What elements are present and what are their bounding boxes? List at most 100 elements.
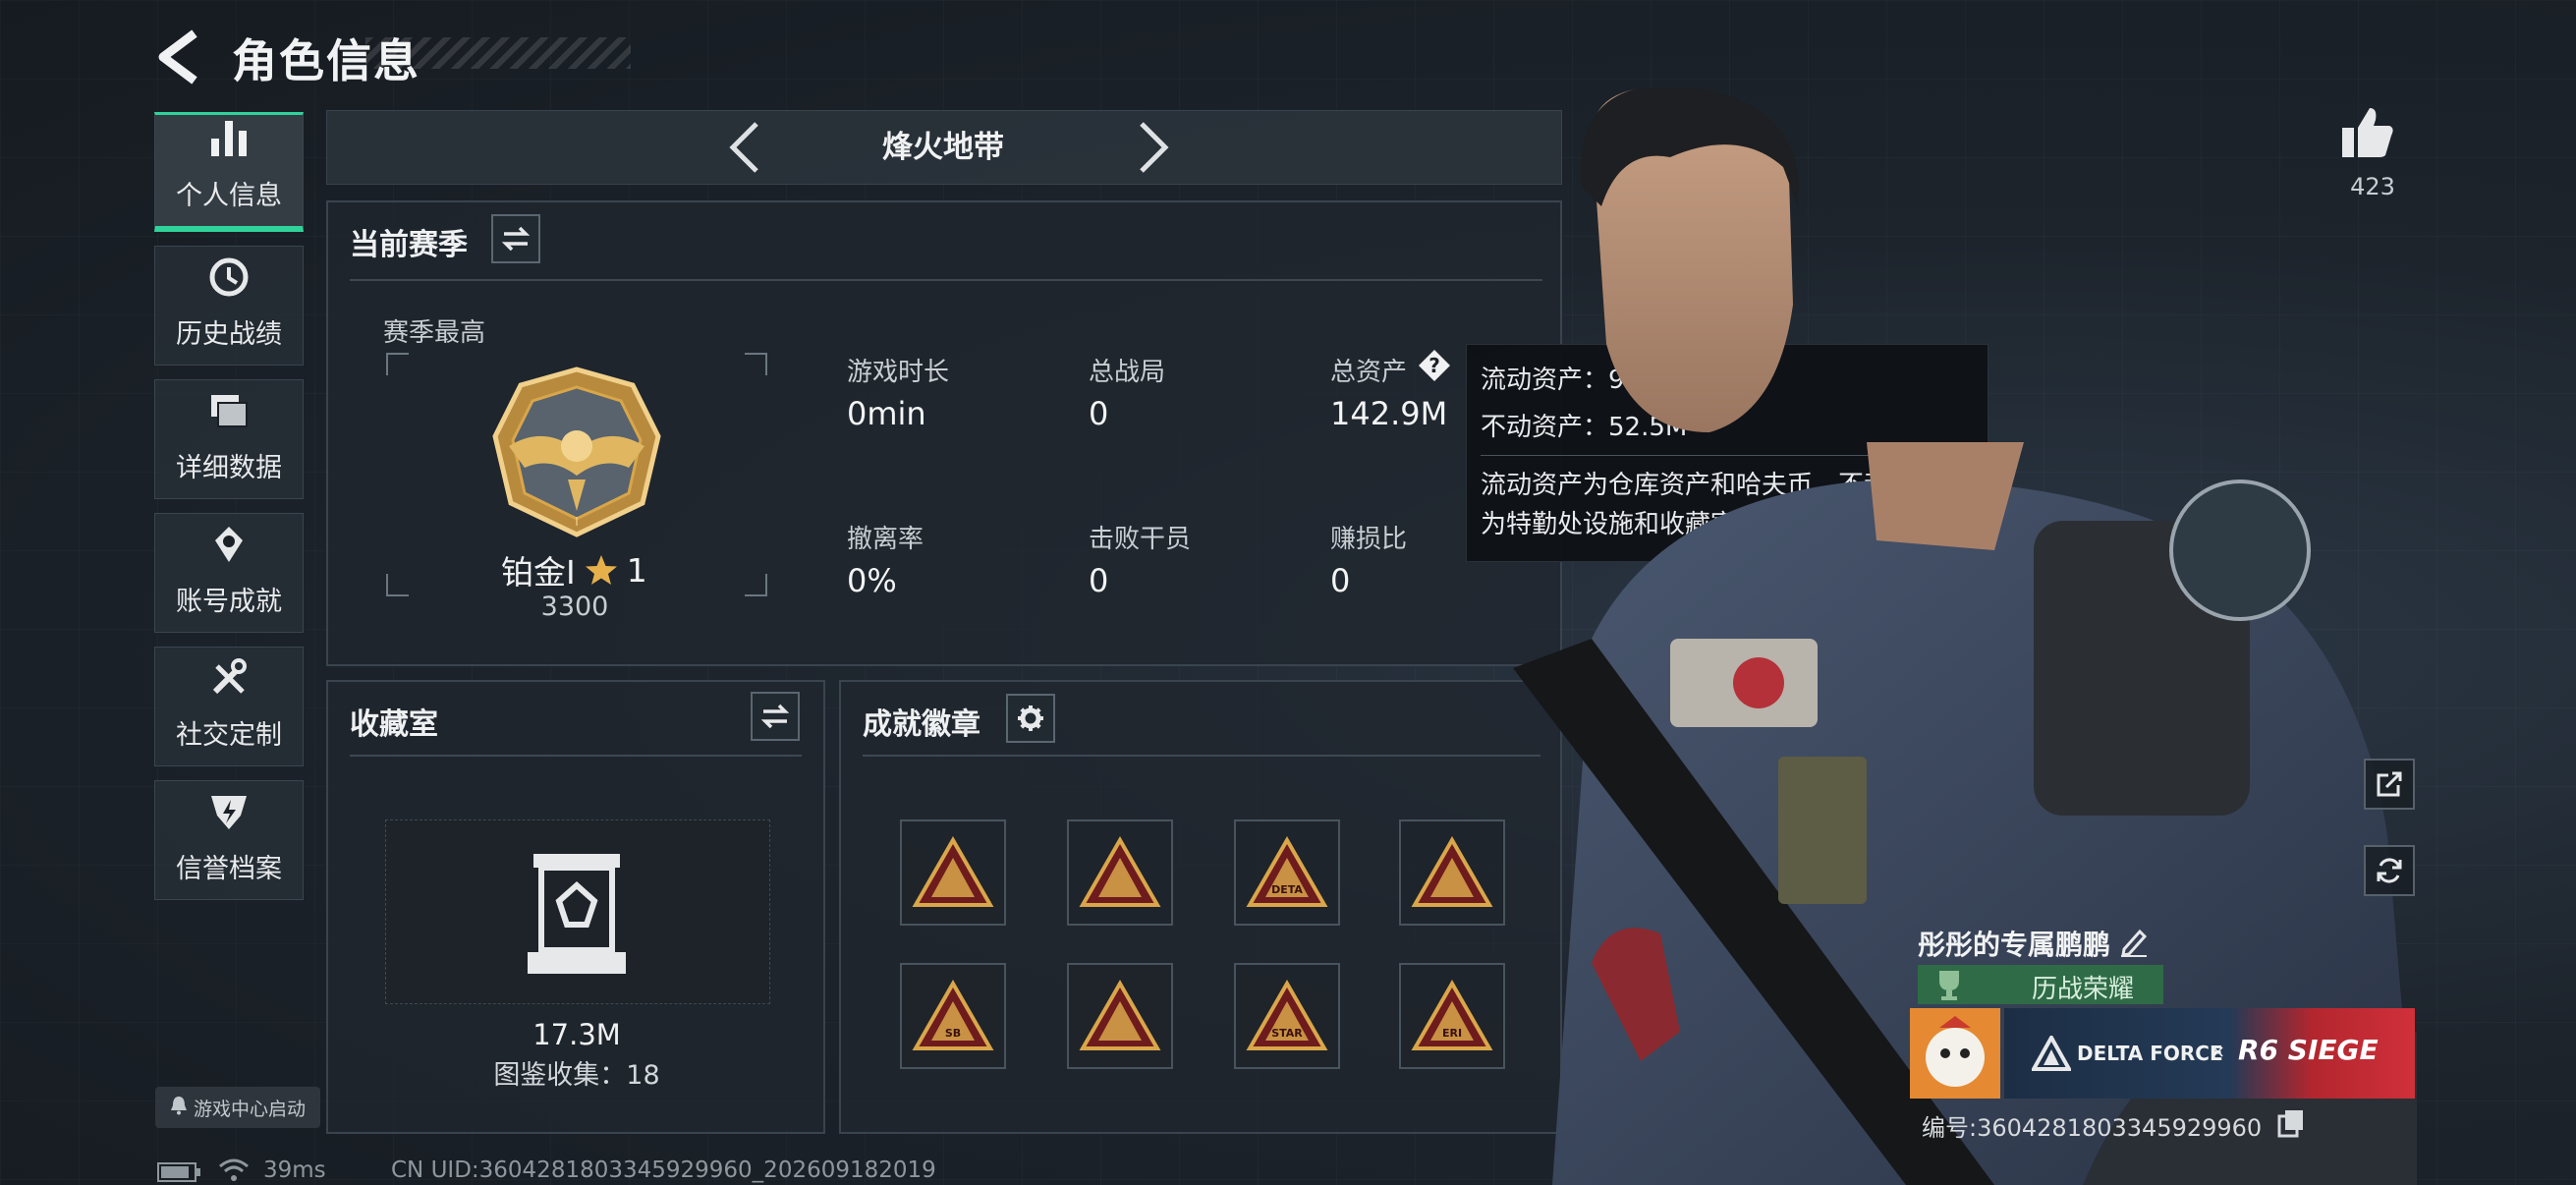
star-icon — [585, 555, 617, 585]
mode-next-button[interactable] — [1122, 116, 1181, 179]
sidebar-item-credit[interactable]: 信誉档案 — [154, 780, 304, 900]
stat-label: 撤离率 — [847, 525, 924, 554]
sidebar-item-history[interactable]: 历史战绩 — [154, 246, 304, 366]
stat-value: 0min — [847, 395, 926, 432]
mode-prev-button[interactable] — [717, 116, 776, 179]
stat-value: 0 — [1330, 562, 1351, 599]
tools-icon — [205, 654, 252, 702]
player-name: 彤彤的专属鹏鹏 — [1918, 929, 2111, 961]
badge-slot[interactable] — [900, 819, 1006, 926]
chevron-right-icon — [1140, 122, 1169, 173]
divider — [350, 755, 802, 757]
mode-title: 烽火地带 — [882, 130, 1004, 165]
sidebar-item-social[interactable]: 社交定制 — [154, 647, 304, 766]
display-case-icon — [528, 854, 626, 974]
share-icon — [2377, 771, 2402, 797]
sidebar-item-achievements[interactable]: 账号成就 — [154, 513, 304, 633]
badge-label: STAR — [1271, 1027, 1303, 1040]
rank-star-count: 1 — [626, 550, 647, 590]
bar-chart-icon — [205, 115, 252, 162]
like-button[interactable] — [2340, 106, 2395, 163]
badge-slot[interactable]: STAR — [1234, 963, 1340, 1069]
sidebar-item-label: 信誉档案 — [176, 854, 282, 884]
collection-title: 收藏室 — [350, 707, 438, 742]
trophy-icon — [1939, 971, 1959, 1000]
rank-emblem-icon: I — [492, 367, 661, 537]
sidebar-item-personal-info[interactable]: 个人信息 — [154, 112, 304, 232]
game-center-launch-hint[interactable]: 游戏中心启动 — [155, 1087, 320, 1128]
badge-label: DETA — [1271, 883, 1303, 896]
badge-slot[interactable]: DETA — [1234, 819, 1340, 926]
player-uid: 编号:3604281803345929960 — [1922, 1114, 2263, 1142]
ping-value: 39ms — [263, 1157, 326, 1183]
achievement-badge-icon — [912, 836, 994, 907]
divider — [350, 279, 1542, 281]
wifi-icon — [219, 1158, 249, 1181]
refresh-button[interactable] — [2364, 845, 2415, 896]
achievements-settings-button[interactable] — [1006, 694, 1055, 743]
copy-icon — [2277, 1110, 2303, 1138]
collection-count: 图鉴收集：18 — [493, 1060, 660, 1091]
back-arrow-icon — [158, 29, 197, 85]
achievement-medal-icon — [205, 521, 252, 568]
bell-icon — [170, 1096, 188, 1120]
badge-slot[interactable] — [1067, 963, 1173, 1069]
stat-label: 总战局 — [1089, 358, 1166, 387]
svg-text:?: ? — [1428, 354, 1440, 377]
gear-icon — [1018, 705, 1043, 731]
edit-name-button[interactable] — [2118, 926, 2150, 961]
pencil-icon — [2121, 929, 2148, 957]
share-button[interactable] — [2364, 759, 2415, 810]
achievement-badge-icon — [1079, 836, 1161, 907]
sidebar-item-label: 历史战绩 — [176, 319, 282, 350]
season-title: 当前赛季 — [350, 228, 468, 262]
sidebar-item-details[interactable]: 详细数据 — [154, 379, 304, 499]
badge-slot[interactable] — [1067, 819, 1173, 926]
thumbs-up-icon — [2342, 108, 2393, 157]
badge-slot[interactable]: SB — [900, 963, 1006, 1069]
honor-title: 历战荣耀 — [2032, 975, 2135, 1004]
divider — [863, 755, 1540, 757]
banner-right-text: R6 SIEGE — [2238, 1034, 2379, 1066]
stat-label: 总资产 — [1330, 358, 1408, 387]
achievements-title: 成就徽章 — [863, 707, 980, 742]
swap-arrows-icon — [760, 704, 790, 729]
achievement-badge-icon: SB — [912, 980, 994, 1050]
profile-banner[interactable]: DELTA FORCE × R6 SIEGE — [1910, 1008, 2415, 1099]
collection-display[interactable] — [385, 819, 770, 1004]
sidebar-item-label: 社交定制 — [176, 720, 282, 751]
stat-label: 赚损比 — [1330, 525, 1408, 554]
rank-line: 铂金Ⅰ 1 — [501, 546, 647, 593]
back-button[interactable] — [155, 28, 204, 86]
stat-value: 142.9M — [1330, 395, 1448, 432]
sidebar-item-label: 详细数据 — [176, 453, 282, 483]
rank-name: 铂金Ⅰ — [501, 553, 576, 592]
footer-uid: CN UID:3604281803345929960_202609182019 — [391, 1157, 936, 1183]
folder-stack-icon — [205, 387, 252, 434]
season-switch-button[interactable] — [491, 214, 540, 263]
banner-x: × — [2211, 1042, 2226, 1062]
season-best-label: 赛季最高 — [383, 318, 486, 348]
copy-uid-button[interactable] — [2277, 1108, 2305, 1142]
svg-text:I: I — [575, 515, 579, 529]
achievement-badge-icon: STAR — [1246, 980, 1328, 1050]
collection-switch-button[interactable] — [751, 692, 800, 741]
battery-icon — [157, 1162, 200, 1182]
rank-score: 3300 — [540, 592, 609, 622]
collection-value: 17.3M — [532, 1018, 621, 1051]
like-count: 423 — [2350, 173, 2395, 200]
sidebar-item-label: 个人信息 — [176, 181, 282, 211]
stat-value: 0% — [847, 562, 897, 599]
stat-value: 0 — [1089, 395, 1109, 432]
refresh-icon — [2377, 858, 2402, 883]
stat-label: 击败干员 — [1089, 525, 1192, 554]
badge-label: SB — [945, 1027, 961, 1040]
history-clock-icon — [205, 254, 252, 301]
banner-left-text: DELTA FORCE — [2077, 1042, 2223, 1065]
chevron-left-icon — [729, 122, 758, 173]
achievement-badge-icon: DETA — [1246, 836, 1328, 907]
avatar — [1910, 1008, 2000, 1099]
launch-hint-label: 游戏中心启动 — [193, 1098, 306, 1120]
stat-label: 游戏时长 — [847, 358, 950, 387]
stat-value: 0 — [1089, 562, 1109, 599]
